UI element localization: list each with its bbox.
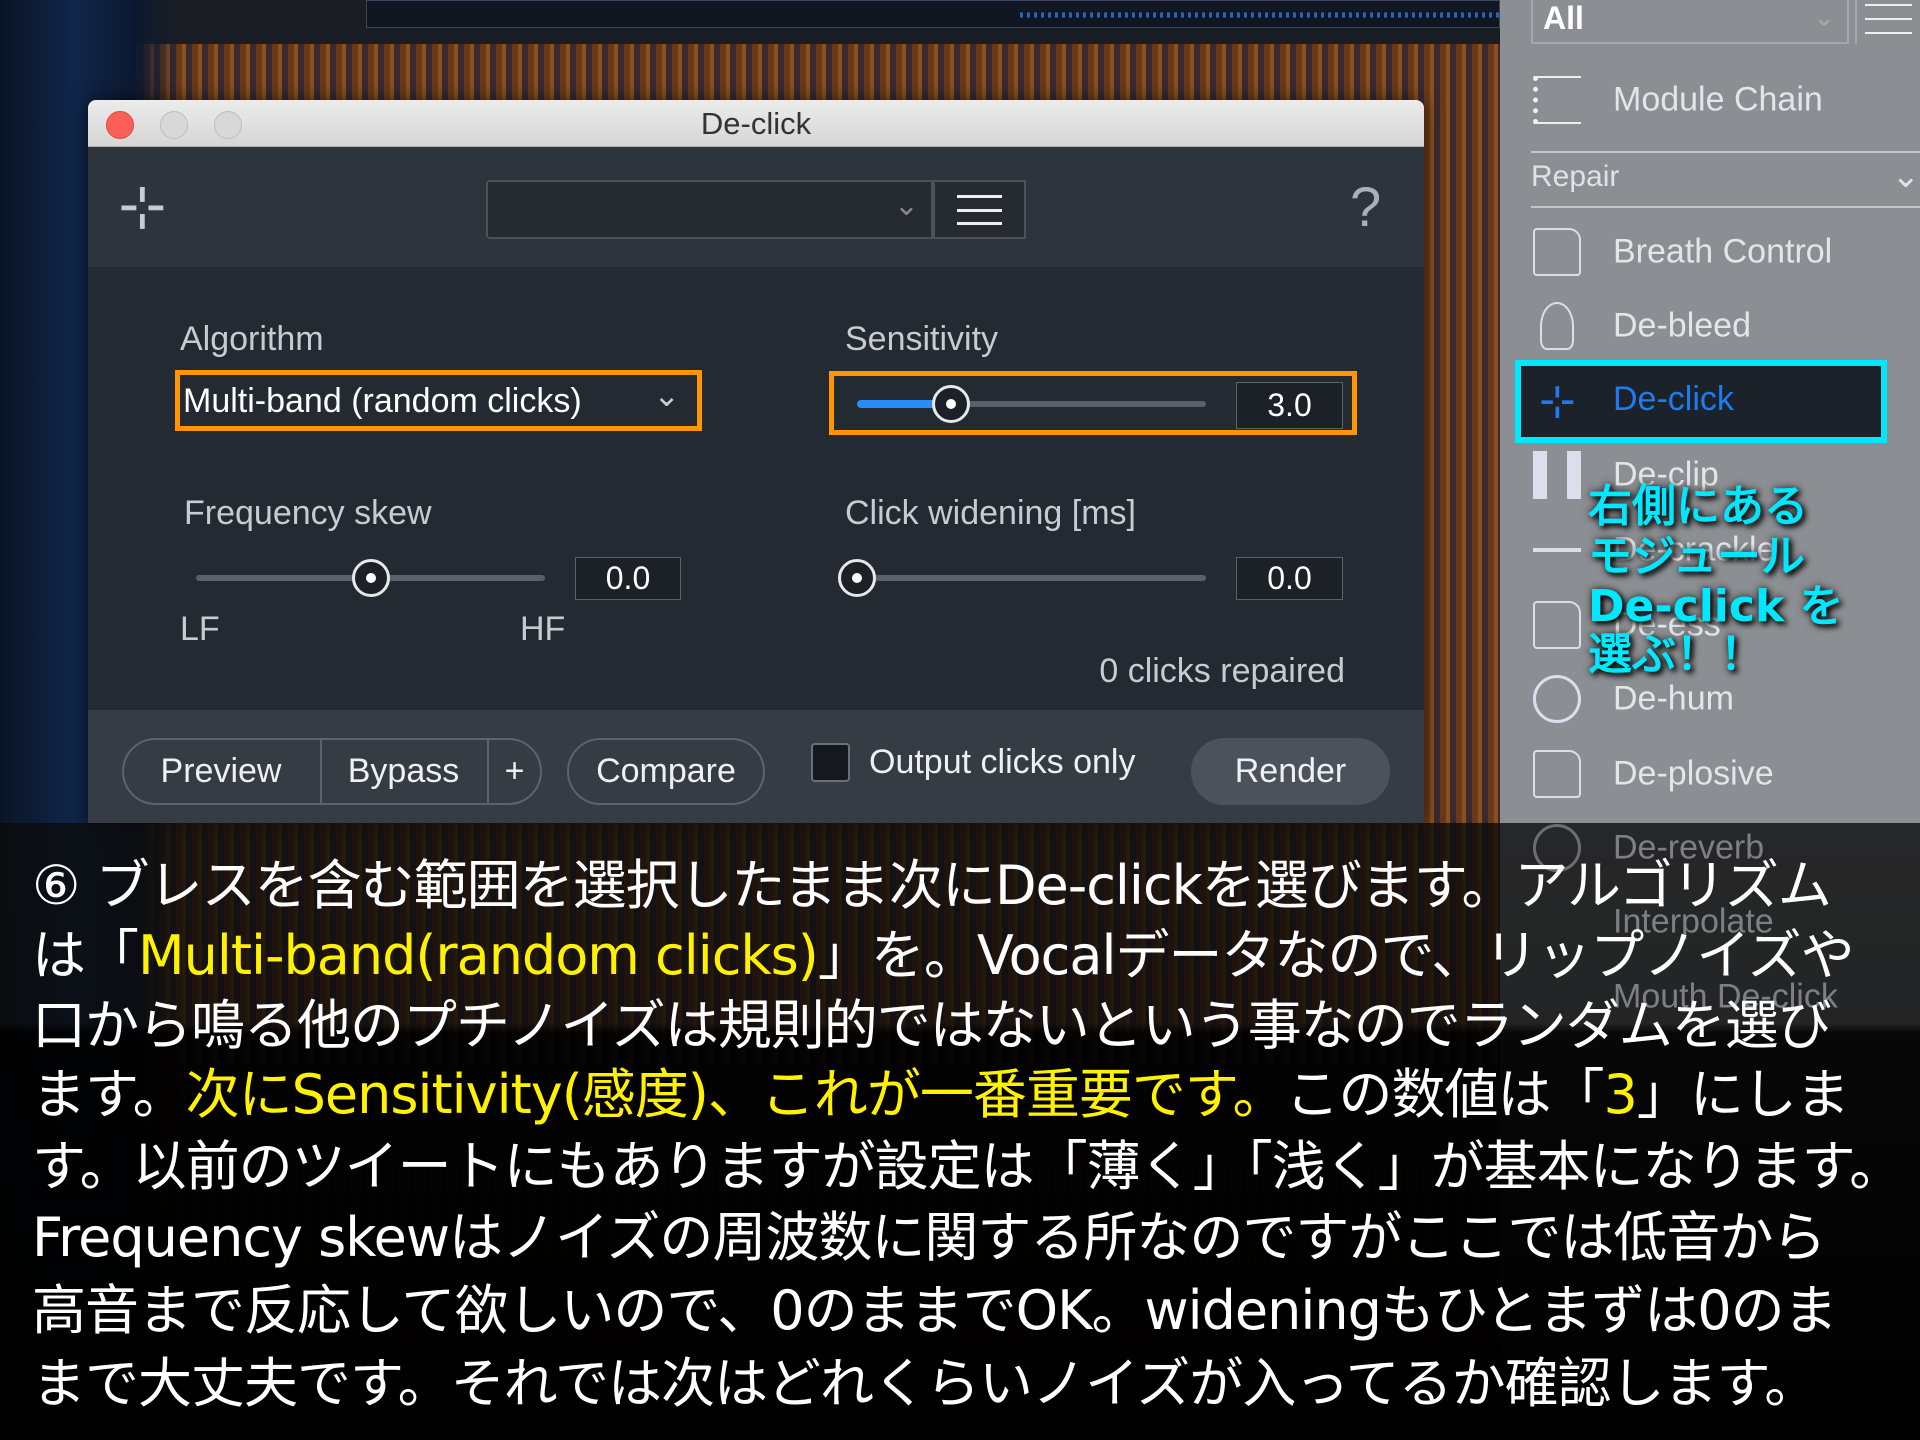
render-button[interactable]: Render bbox=[1191, 738, 1390, 805]
sensitivity-slider-handle[interactable] bbox=[932, 385, 971, 423]
caption-line: 口から鳴る他のプチノイズは規則的ではないという事なのでランダムを選び bbox=[32, 994, 1832, 1057]
algorithm-value: Multi-band (random clicks) bbox=[183, 382, 582, 420]
plus-icon: + bbox=[504, 752, 525, 790]
caption-line: ます。次にSensitivity(感度)、これが一番重要です。この数値は「3」に… bbox=[32, 1063, 1850, 1126]
clicks-repaired-status: 0 clicks repaired bbox=[1099, 652, 1345, 690]
de-plosive-icon bbox=[1533, 750, 1581, 798]
module-label: De-click bbox=[1613, 380, 1734, 418]
frequency-skew-slider-handle[interactable] bbox=[351, 559, 390, 597]
preview-label: Preview bbox=[160, 752, 282, 790]
de-crackle-icon bbox=[1533, 548, 1581, 552]
caption-line: 高音まで反応して欲しいので、0のままでOK。wideningもひとまずは0のま bbox=[32, 1279, 1838, 1342]
de-hum-icon bbox=[1533, 675, 1581, 723]
repair-section-header[interactable]: Repair ⌄ bbox=[1531, 157, 1920, 208]
sensitivity-label: Sensitivity bbox=[845, 320, 999, 358]
window-title: De-click bbox=[700, 106, 812, 141]
close-button[interactable] bbox=[106, 111, 134, 139]
click-widening-label: Click widening [ms] bbox=[845, 494, 1136, 532]
click-widening-slider-handle[interactable] bbox=[838, 559, 876, 597]
bypass-button[interactable]: Bypass bbox=[320, 738, 487, 805]
bypass-label: Bypass bbox=[347, 752, 460, 790]
minimize-button[interactable] bbox=[160, 111, 188, 139]
filter-value: All bbox=[1543, 0, 1584, 36]
declick-module-icon: ⊹ bbox=[118, 174, 167, 239]
caption-line: ⑥ ブレスを含む範囲を選択したまま次にDe-clickを選びます。アルゴリズム bbox=[32, 854, 1832, 917]
lf-label: LF bbox=[180, 610, 220, 648]
click-widening-value-field[interactable]: 0.0 bbox=[1236, 557, 1343, 600]
caption-line: は「Multi-band(random clicks)」を。Vocalデータなの… bbox=[32, 924, 1855, 987]
caption-line: す。以前のツイートにもありますが設定は「薄く」「浅く」が基本になります。 bbox=[32, 1135, 1903, 1198]
section-label: Repair bbox=[1531, 160, 1620, 193]
caption-line: Frequency skewはノイズの周波数に関する所なのですがここでは低音から bbox=[32, 1206, 1826, 1269]
de-click-dialog: De-click ⊹ ⌄ ? Algorithm Multi-band (ran… bbox=[88, 100, 1424, 823]
compare-button[interactable]: Compare bbox=[567, 738, 765, 805]
hf-label: HF bbox=[520, 610, 566, 648]
add-bypass-button[interactable]: + bbox=[487, 738, 542, 805]
frequency-skew-value-field[interactable]: 0.0 bbox=[575, 557, 681, 600]
caption-line: まで大丈夫です。それでは次はどれくらいノイズが入ってるか確認します。 bbox=[32, 1352, 1818, 1415]
declick-icon: ⊹ bbox=[1539, 377, 1576, 426]
chevron-down-icon: ⌄ bbox=[1813, 2, 1835, 32]
de-ess-icon bbox=[1533, 601, 1581, 649]
hamburger-icon bbox=[957, 195, 1002, 225]
click-widening-slider[interactable] bbox=[857, 575, 1206, 581]
output-clicks-only-label: Output clicks only bbox=[869, 743, 1136, 781]
chevron-down-icon: ⌄ bbox=[653, 377, 680, 413]
chevron-down-icon: ⌄ bbox=[1891, 157, 1920, 195]
algorithm-dropdown[interactable]: Multi-band (random clicks) ⌄ bbox=[183, 377, 694, 423]
help-button[interactable]: ? bbox=[1350, 174, 1381, 239]
output-clicks-only-checkbox[interactable] bbox=[811, 743, 850, 782]
breath-control-icon bbox=[1533, 228, 1581, 276]
divider bbox=[1531, 151, 1920, 153]
microphone-icon bbox=[1540, 302, 1574, 350]
module-de-click-selected[interactable]: ⊹ De-click bbox=[1515, 360, 1887, 443]
algorithm-label: Algorithm bbox=[180, 320, 324, 358]
preset-dropdown[interactable]: ⌄ bbox=[486, 180, 933, 239]
module-chain-button[interactable]: Module Chain bbox=[1613, 81, 1823, 120]
zoom-button[interactable] bbox=[214, 111, 242, 139]
panel-menu-button[interactable] bbox=[1855, 0, 1920, 44]
module-de-plosive[interactable]: De-plosive bbox=[1613, 755, 1774, 794]
render-label: Render bbox=[1234, 752, 1347, 790]
module-de-bleed[interactable]: De-bleed bbox=[1613, 307, 1751, 346]
chevron-down-icon: ⌄ bbox=[893, 189, 919, 222]
compare-label: Compare bbox=[596, 752, 736, 790]
frequency-skew-label: Frequency skew bbox=[184, 494, 432, 532]
hamburger-icon bbox=[1865, 4, 1912, 34]
preview-button[interactable]: Preview bbox=[122, 738, 320, 805]
module-breath-control[interactable]: Breath Control bbox=[1613, 233, 1832, 272]
module-de-hum[interactable]: De-hum bbox=[1613, 680, 1734, 719]
annotation-line: 選ぶ！！ bbox=[1588, 629, 1764, 680]
module-chain-icon bbox=[1533, 76, 1581, 124]
title-bar[interactable]: De-click bbox=[88, 100, 1424, 147]
filter-dropdown[interactable]: All ⌄ bbox=[1531, 0, 1849, 44]
preset-menu-button[interactable] bbox=[933, 180, 1026, 239]
de-clip-icon bbox=[1533, 451, 1581, 499]
sensitivity-value-field[interactable]: 3.0 bbox=[1236, 382, 1343, 429]
